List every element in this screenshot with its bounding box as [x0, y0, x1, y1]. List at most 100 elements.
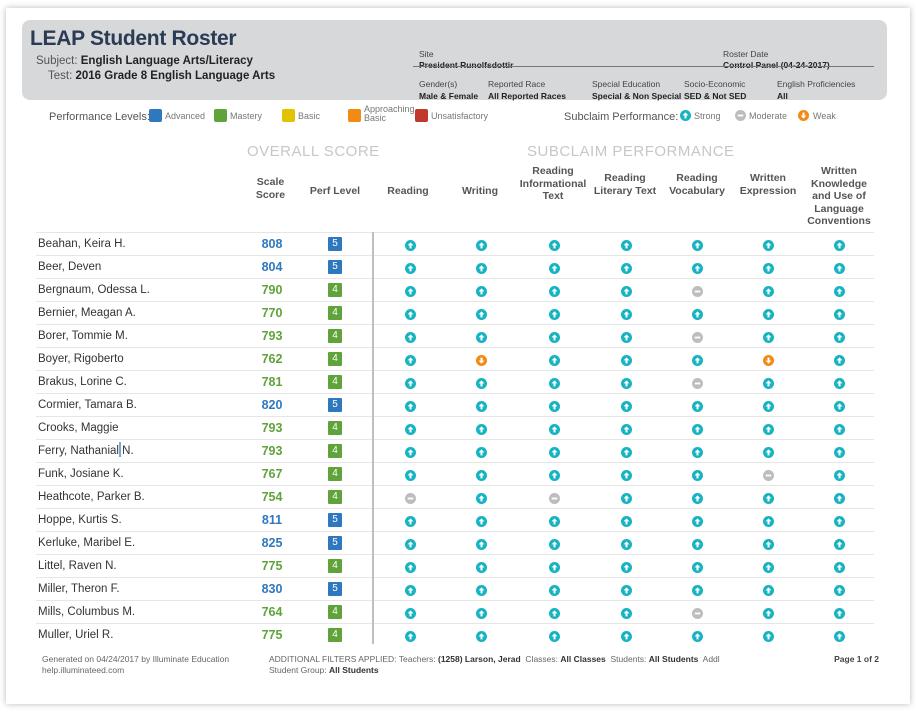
strong-up-arrow-icon — [692, 491, 703, 504]
strong-up-arrow-icon — [834, 376, 845, 389]
scale-score: 793 — [261, 444, 283, 458]
student-name: Beahan, Keira H. — [38, 238, 126, 250]
strong-up-arrow-icon — [621, 537, 632, 550]
strong-up-arrow-icon — [405, 330, 416, 343]
roster-date-label: Roster Date — [723, 49, 769, 59]
table-row: Cormier, Tamara B. 820 5 — [36, 393, 874, 416]
scale-score: 775 — [261, 559, 283, 573]
help-site[interactable]: help.illuminateed.com — [42, 665, 229, 676]
addl-group-value: All Students — [329, 665, 379, 675]
perf-level-badge: 5 — [328, 398, 342, 412]
col-written-expression: Written Expression — [739, 172, 797, 197]
strong-up-arrow-icon — [834, 422, 845, 435]
strong-up-arrow-icon — [549, 537, 560, 550]
table-row: Beahan, Keira H. 808 5 — [36, 232, 874, 255]
strong-up-arrow-icon — [549, 399, 560, 412]
strong-up-arrow-icon — [405, 422, 416, 435]
table-row: Muller, Uriel R. 775 4 — [36, 623, 874, 646]
scale-score: 808 — [261, 237, 283, 251]
sped-value: Special & Non Special — [592, 91, 682, 101]
table-row: Mills, Columbus M. 764 4 — [36, 600, 874, 623]
strong-up-arrow-icon — [834, 284, 845, 297]
strong-up-arrow-icon — [692, 629, 703, 642]
strong-up-arrow-icon — [405, 583, 416, 596]
strong-up-arrow-icon — [405, 353, 416, 366]
col-reading-vocabulary: Reading Vocabulary — [669, 172, 725, 197]
footer-left: Generated on 04/24/2017 by Illuminate Ed… — [42, 654, 229, 676]
scale-score: 754 — [261, 490, 283, 504]
student-name: Kerluke, Maribel E. — [38, 537, 136, 549]
strong-up-arrow-icon — [763, 606, 774, 619]
header-divider — [413, 66, 874, 67]
strong-legend-label: Strong — [694, 111, 721, 121]
strong-up-arrow-icon — [476, 583, 487, 596]
perf-level-badge: 5 — [328, 237, 342, 251]
perf-level-badge: 5 — [328, 260, 342, 274]
student-name: Funk, Josiane K. — [38, 468, 124, 480]
table-row: Brakus, Lorine C. 781 4 — [36, 370, 874, 393]
strong-up-arrow-icon — [476, 330, 487, 343]
student-name: Heathcote, Parker B. — [38, 491, 145, 503]
perf-level-badge: 5 — [328, 582, 342, 596]
subclaim-performance-heading: SUBCLAIM PERFORMANCE — [527, 143, 735, 160]
site-value: President Runolfsdottir — [419, 60, 514, 70]
perf-level-badge: 4 — [328, 306, 342, 320]
scale-score: 790 — [261, 283, 283, 297]
strong-up-arrow-icon — [476, 629, 487, 642]
strong-up-arrow-icon — [692, 560, 703, 573]
classes-value: All Classes — [560, 654, 606, 664]
sped-label: Special Education — [592, 79, 661, 89]
strong-up-arrow-icon — [405, 468, 416, 481]
strong-up-arrow-icon — [621, 353, 632, 366]
mastery-legend-label: Mastery — [230, 111, 263, 121]
strong-up-arrow-icon — [549, 376, 560, 389]
scale-score: 811 — [261, 513, 283, 527]
strong-up-arrow-icon — [621, 307, 632, 320]
unsatisfactory-legend-label: Unsatisfactory — [431, 111, 489, 121]
strong-up-arrow-icon — [549, 422, 560, 435]
strong-up-arrow-icon — [621, 399, 632, 412]
strong-up-arrow-icon — [692, 307, 703, 320]
scale-score: 770 — [261, 306, 283, 320]
report-header: LEAP Student Roster Subject: English Lan… — [22, 20, 887, 101]
weak-legend-label: Weak — [813, 111, 836, 121]
strong-up-arrow-icon — [476, 238, 487, 251]
basic-legend-label: Basic — [298, 111, 321, 121]
strong-up-arrow-icon — [834, 307, 845, 320]
strong-up-arrow-icon — [763, 261, 774, 274]
advanced-legend-label: Advanced — [165, 111, 206, 121]
race-label: Reported Race — [488, 79, 546, 89]
strong-up-arrow-icon — [549, 606, 560, 619]
test-label: Test: — [48, 70, 73, 82]
strong-up-arrow-icon — [476, 606, 487, 619]
strong-up-arrow-icon — [549, 353, 560, 366]
strong-up-arrow-icon — [834, 629, 845, 642]
table-row: Bergnaum, Odessa L. 790 4 — [36, 278, 874, 301]
student-name: Muller, Uriel R. — [38, 629, 114, 641]
strong-up-arrow-icon — [549, 560, 560, 573]
strong-up-arrow-icon — [692, 514, 703, 527]
gender-value: Male & Female — [419, 91, 479, 101]
strong-up-arrow-icon — [621, 445, 632, 458]
subject-value: English Language Arts/Literacy — [80, 55, 253, 67]
scale-score: 764 — [261, 605, 283, 619]
scale-score: 781 — [261, 375, 283, 389]
strong-up-arrow-icon — [405, 261, 416, 274]
table-row: Littel, Raven N. 775 4 — [36, 554, 874, 577]
strong-up-arrow-icon — [763, 491, 774, 504]
strong-up-arrow-icon — [405, 284, 416, 297]
strong-up-arrow-icon — [549, 445, 560, 458]
student-name: Littel, Raven N. — [38, 560, 117, 572]
perf-level-badge: 4 — [328, 467, 342, 481]
moderate-minus-icon — [549, 491, 560, 504]
perf-level-badge: 4 — [328, 375, 342, 389]
moderate-minus-icon — [692, 606, 703, 619]
subject-line: Subject: English Language Arts/Literacy — [36, 55, 253, 67]
perf-level-badge: 4 — [328, 283, 342, 297]
strong-up-arrow-icon — [476, 284, 487, 297]
strong-up-arrow-icon — [763, 376, 774, 389]
strong-up-arrow-icon — [763, 445, 774, 458]
classes-label: Classes: — [525, 654, 559, 664]
strong-up-arrow-icon — [549, 583, 560, 596]
strong-up-arrow-icon — [621, 330, 632, 343]
